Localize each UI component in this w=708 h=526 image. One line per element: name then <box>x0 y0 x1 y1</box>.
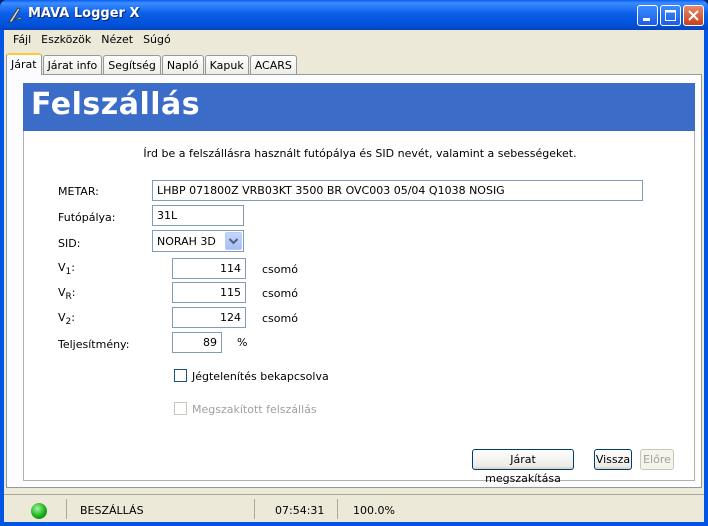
close-icon <box>688 10 699 21</box>
rejected-takeoff-checkbox <box>174 402 187 415</box>
takeoff-form: Írd be a felszállásra használt futópálya… <box>23 131 695 485</box>
chevron-down-icon <box>228 238 239 245</box>
v2-label: V2: <box>58 311 75 328</box>
instruction-text: Írd be a felszállásra használt futópálya… <box>143 147 577 160</box>
minimize-icon <box>643 18 650 21</box>
anti-ice-label[interactable]: Jégtelenítés bekapcsolva <box>192 370 329 383</box>
page-banner: Felszállás <box>23 83 695 131</box>
menu-view[interactable]: Nézet <box>96 30 138 50</box>
window-title: MAVA Logger X <box>28 6 140 21</box>
metar-input[interactable]: LHBP 071800Z VRB03KT 3500 BR OVC003 05/0… <box>152 180 643 201</box>
menu-help[interactable]: Súgó <box>138 30 176 50</box>
metar-label: METAR: <box>58 185 99 198</box>
sid-select-value: NORAH 3D <box>157 235 216 248</box>
tab-panel: Felszállás Írd be a felszállásra használ… <box>6 74 702 488</box>
next-button: Előre <box>640 449 674 470</box>
menu-bar: Fájl Eszközök Nézet Súgó <box>4 30 704 50</box>
anti-ice-checkbox[interactable] <box>174 369 187 382</box>
vr-unit: csomó <box>262 287 298 300</box>
vr-input[interactable]: 115 <box>172 282 246 303</box>
power-unit: % <box>237 336 248 349</box>
tab-flight[interactable]: Járat <box>6 53 42 75</box>
tab-gates[interactable]: Kapuk <box>204 55 249 75</box>
vr-label: VR: <box>58 286 76 303</box>
runway-input[interactable]: 31L <box>152 205 244 226</box>
tab-flight-info[interactable]: Járat info <box>42 55 103 75</box>
power-label: Teljesítmény: <box>58 338 130 351</box>
page-title: Felszállás <box>31 87 201 122</box>
status-bar: BESZÁLLÁS 07:54:31 100.0% <box>4 494 704 522</box>
maximize-button[interactable] <box>660 5 681 26</box>
power-input[interactable]: 89 <box>172 332 222 353</box>
title-bar[interactable]: MAVA Logger X <box>0 0 708 30</box>
status-led-icon <box>31 503 47 519</box>
status-percent: 100.0% <box>353 504 395 517</box>
menu-file[interactable]: Fájl <box>8 30 36 50</box>
v1-input[interactable]: 114 <box>172 258 246 279</box>
abort-flight-button[interactable]: Járat megszakítása <box>472 449 574 485</box>
sid-select[interactable]: NORAH 3D <box>152 230 244 252</box>
v2-input[interactable]: 124 <box>172 307 246 328</box>
tab-help[interactable]: Segítség <box>103 55 161 75</box>
v1-label: V1: <box>58 261 75 278</box>
tab-log[interactable]: Napló <box>161 55 204 75</box>
status-separator <box>66 499 67 519</box>
runway-label: Futópálya: <box>58 211 116 224</box>
status-separator <box>254 499 255 519</box>
minimize-button[interactable] <box>637 5 658 26</box>
status-separator <box>337 499 338 519</box>
sid-dropdown-button[interactable] <box>225 232 242 250</box>
sid-label: SID: <box>58 237 81 250</box>
tab-acars[interactable]: ACARS <box>249 55 297 75</box>
app-window: MAVA Logger X Fájl Eszközök Nézet Súgó J… <box>0 0 708 526</box>
v2-unit: csomó <box>262 312 298 325</box>
v1-unit: csomó <box>262 263 298 276</box>
maximize-icon <box>665 10 676 21</box>
status-time: 07:54:31 <box>275 504 325 517</box>
rejected-takeoff-label: Megszakított felszállás <box>192 403 317 416</box>
tab-strip: Járat Járat info Segítség Napló Kapuk AC… <box>6 53 298 75</box>
back-button[interactable]: Vissza <box>594 449 632 470</box>
flight-state: BESZÁLLÁS <box>80 504 144 517</box>
app-logo-icon <box>8 7 22 23</box>
close-button[interactable] <box>683 5 704 26</box>
menu-tools[interactable]: Eszközök <box>36 30 96 50</box>
